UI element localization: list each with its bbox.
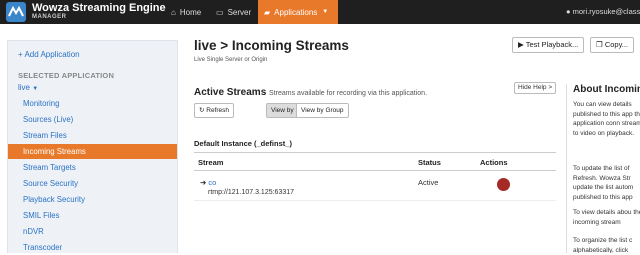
stream-name: co	[208, 178, 217, 187]
selected-application-heading: SELECTED APPLICATION	[18, 71, 115, 80]
nav-server-label: Server	[227, 7, 252, 17]
sidebar-item-incoming-streams[interactable]: Incoming Streams	[8, 144, 177, 159]
hide-help-button[interactable]: Hide Help >	[514, 82, 557, 94]
sidebar-item-stream-targets[interactable]: Stream Targets	[8, 160, 177, 175]
page-title: live > Incoming Streams	[194, 38, 349, 53]
column-stream: Stream	[198, 158, 224, 167]
stop-recording-icon[interactable]	[497, 178, 510, 191]
help-paragraph-2b: Refresh. Wowza Str update the list autom…	[573, 174, 634, 201]
help-paragraph-2: To update the list of Refresh. Wowza Str…	[573, 164, 640, 202]
add-application-label: Add Application	[24, 50, 80, 59]
top-bar: Wowza Streaming Engine MANAGER ⌂ Home ▭ …	[0, 0, 640, 24]
wowza-logo-icon[interactable]	[6, 2, 26, 22]
brand-title: Wowza Streaming Engine	[32, 2, 166, 14]
help-title: About Incoming	[573, 84, 640, 95]
column-actions: Actions	[480, 158, 508, 167]
sidebar-item-source-security[interactable]: Source Security	[8, 176, 177, 191]
refresh-label: Refresh	[206, 107, 230, 114]
help-paragraph-3: To view details abou the incoming stream	[573, 209, 640, 226]
folder-icon: ▰	[264, 7, 271, 17]
copy-button[interactable]: ❐ Copy...	[590, 37, 634, 53]
nav-home-label: Home	[179, 7, 202, 17]
sidebar-item-stream-files[interactable]: Stream Files	[8, 128, 177, 143]
sidebar-item-ndvr[interactable]: nDVR	[8, 224, 177, 239]
help-paragraph-4: To organize the list c alphabetically, c…	[573, 237, 633, 253]
monitor-icon: ▭	[216, 7, 224, 17]
help-panel: About Incoming You can view details publ…	[566, 84, 640, 253]
sidebar: + Add Application SELECTED APPLICATION l…	[7, 40, 178, 253]
chevron-down-icon: ▼	[322, 9, 329, 15]
streams-table-header: Stream Status Actions	[194, 152, 556, 171]
sidebar-item-smil-files[interactable]: SMIL Files	[8, 208, 177, 223]
copy-label: Copy...	[604, 40, 629, 49]
view-by-group-button[interactable]: View by Group	[296, 103, 349, 118]
active-streams-title: Active Streams	[194, 87, 267, 98]
nav-home[interactable]: ⌂ Home	[165, 0, 207, 24]
application-name: live	[18, 83, 31, 92]
page-subtitle: Live Single Server or Origin	[194, 57, 268, 63]
brand-subtitle: MANAGER	[32, 14, 67, 20]
stream-url: rtmp://121.107.3.125:63317	[208, 189, 295, 196]
sidebar-item-sources-live[interactable]: Sources (Live)	[8, 112, 177, 127]
column-status: Status	[418, 158, 441, 167]
application-selector[interactable]: live ▼	[18, 83, 38, 92]
user-icon: ●	[566, 7, 573, 16]
play-icon: ▶	[518, 40, 526, 49]
instance-heading: Default Instance (_definst_)	[194, 139, 292, 148]
active-streams-description: Streams available for recording via this…	[269, 90, 428, 97]
nav-server[interactable]: ▭ Server	[210, 0, 257, 24]
sidebar-item-monitoring[interactable]: Monitoring	[8, 96, 177, 111]
add-application-link[interactable]: + Add Application	[18, 50, 80, 59]
help-paragraph-1: You can view details published to this a…	[573, 101, 640, 137]
user-menu[interactable]: ● mori.ryosuke@classmetho	[566, 0, 640, 24]
copy-icon: ❐	[596, 40, 605, 49]
stream-status: Active	[418, 178, 439, 187]
refresh-button[interactable]: ↻ Refresh	[194, 103, 235, 118]
caret-down-icon: ▼	[32, 86, 39, 92]
help-paragraph-2a: To update the list of	[573, 165, 630, 172]
stream-link[interactable]: ➔ co	[200, 178, 216, 187]
active-streams-heading: Active Streams Streams available for rec…	[194, 87, 427, 98]
nav-applications[interactable]: ▰ Applications ▼	[258, 0, 338, 24]
user-email: mori.ryosuke@classmetho	[572, 7, 640, 16]
test-playback-button[interactable]: ▶ Test Playback...	[512, 37, 585, 53]
nav-applications-label: Applications	[274, 7, 318, 17]
sidebar-item-playback-security[interactable]: Playback Security	[8, 192, 177, 207]
test-playback-label: Test Playback...	[525, 40, 579, 49]
home-icon: ⌂	[171, 7, 176, 17]
